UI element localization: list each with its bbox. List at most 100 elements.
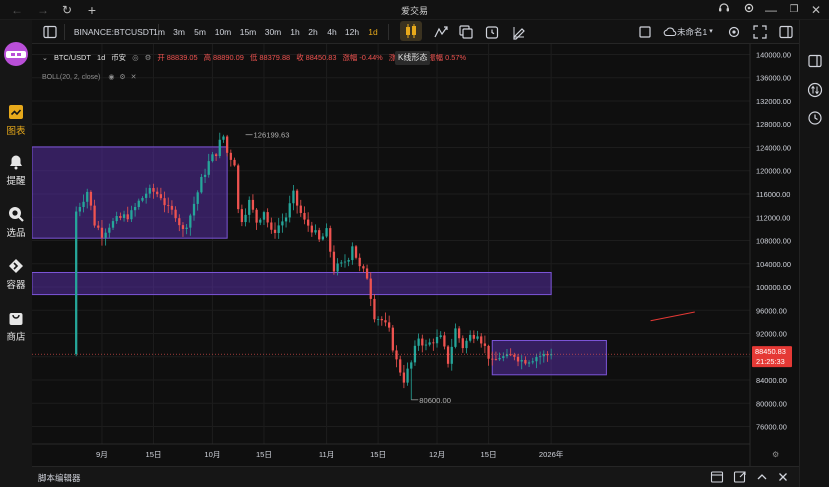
candle-body: [362, 266, 365, 269]
chevron-down-icon[interactable]: ▾: [706, 23, 716, 41]
interval-button[interactable]: 1m: [151, 23, 167, 41]
forward-icon[interactable]: →: [34, 1, 52, 19]
indicator-close-icon[interactable]: ✕: [131, 74, 137, 81]
chevron-up-icon[interactable]: [755, 470, 769, 484]
candle-body: [542, 354, 545, 357]
nav-item-container[interactable]: 容器: [0, 258, 32, 294]
open-value: 88839.05: [166, 53, 198, 62]
support-icon[interactable]: [715, 1, 733, 19]
price-chart[interactable]: 126199.63 80600.00 140000.00 136000.00 13200…: [31, 44, 799, 466]
chart-area[interactable]: 126199.63 80600.00 140000.00 136000.00 13200…: [31, 44, 799, 466]
indicator-compare-icon[interactable]: [433, 24, 449, 40]
indicator-label: BOLL(20, 2, close): [42, 74, 101, 81]
candle-body: [516, 356, 520, 362]
candle-body: [524, 359, 527, 364]
collapse-chevron-icon[interactable]: ⌄: [42, 55, 48, 62]
candle-body: [446, 346, 450, 364]
script-editor-bar[interactable]: 脚本编辑器: [32, 466, 799, 487]
candle-body: [159, 194, 163, 199]
cloud-icon[interactable]: [663, 24, 677, 40]
expand-icon[interactable]: [752, 24, 768, 40]
eye-icon[interactable]: ◎: [132, 53, 138, 62]
candle-body: [156, 191, 159, 195]
interval-button[interactable]: 4h: [324, 23, 340, 41]
candle-body: [185, 227, 188, 230]
legend-pair[interactable]: BTC/USDT: [54, 53, 91, 62]
interval-button[interactable]: 10m: [213, 23, 233, 41]
popout-icon[interactable]: [733, 470, 747, 484]
candle-body: [226, 136, 229, 153]
script-editor-label[interactable]: 脚本编辑器: [38, 472, 81, 484]
candle-pattern-tooltip: K线形态: [395, 51, 431, 65]
title-bar: ← → ↻ + 爱交易 — ❐ ✕: [0, 0, 829, 20]
panel-toggle-icon[interactable]: [42, 24, 58, 40]
axis-settings-icon[interactable]: ⚙: [772, 450, 779, 459]
candle-body: [391, 327, 394, 351]
candle-body: [502, 356, 505, 358]
gear-icon[interactable]: [726, 24, 742, 40]
candle-body: [251, 199, 255, 210]
candle-body: [520, 359, 523, 362]
interval-button[interactable]: 1h: [287, 23, 303, 41]
y-tick-label: 84000.00: [756, 376, 787, 385]
y-tick-label: 112000.00: [756, 213, 790, 222]
draw-tool-icon[interactable]: [511, 24, 527, 40]
high-value: 88890.09: [213, 53, 244, 62]
indicator-legend[interactable]: BOLL(20, 2, close) ◉ ⚙ ✕: [42, 73, 137, 81]
eye-off-icon[interactable]: ◉: [108, 74, 114, 81]
x-tick-label: 9月: [96, 450, 108, 459]
restore-icon[interactable]: ❐: [785, 1, 803, 19]
back-icon[interactable]: ←: [8, 1, 26, 19]
new-tab-icon[interactable]: +: [83, 1, 101, 19]
interval-button[interactable]: 15m: [238, 23, 258, 41]
candle-body: [538, 356, 542, 358]
close-panel-icon[interactable]: [776, 470, 790, 484]
interval-button[interactable]: 2h: [305, 23, 321, 41]
x-tick-label: 2026年: [539, 449, 564, 459]
history-clock-icon[interactable]: [807, 110, 823, 126]
nav-item-store[interactable]: 商店: [0, 310, 32, 346]
nav-item-screener[interactable]: 选品: [0, 206, 32, 242]
indicator-settings-icon[interactable]: ⚙: [119, 74, 125, 81]
interval-button[interactable]: 5m: [192, 23, 208, 41]
nav-item-label: 提醒: [6, 176, 26, 187]
x-tick-label: 10月: [204, 450, 220, 459]
candle-body: [435, 336, 439, 344]
fullscreen-rect-icon[interactable]: [637, 24, 653, 40]
nav-item-chart[interactable]: 图表: [0, 104, 32, 140]
candle-body: [229, 152, 232, 160]
candle-body: [207, 161, 210, 175]
symbol-selector[interactable]: BINANCE:BTCUSDT: [72, 23, 156, 41]
right-panel-icon[interactable]: [778, 24, 794, 40]
interval-button[interactable]: 30m: [263, 23, 283, 41]
candle-body: [384, 320, 387, 323]
right-toolbar: [799, 20, 829, 487]
layout-icon[interactable]: [458, 24, 474, 40]
candle-body: [133, 206, 137, 211]
nav-item-label: 容器: [6, 280, 26, 291]
candle-body: [255, 209, 258, 223]
nav-item-alerts[interactable]: 提醒: [0, 154, 32, 190]
refresh-icon[interactable]: ↻: [58, 1, 76, 19]
watchlist-icon[interactable]: [807, 53, 823, 69]
x-tick-label: 12月: [429, 450, 445, 459]
interval-button-active[interactable]: 1d: [365, 23, 381, 41]
candle-body: [93, 205, 96, 226]
settings-icon[interactable]: [740, 1, 758, 19]
alert-clock-icon[interactable]: [484, 24, 500, 40]
sidebar: 图表 提醒 选品 容器 商店: [0, 20, 32, 487]
minimize-icon[interactable]: —: [762, 1, 780, 19]
settings-small-icon[interactable]: ⚙: [145, 53, 152, 62]
panel-icon[interactable]: [710, 470, 724, 484]
candle-pattern-button[interactable]: [400, 21, 422, 41]
y-tick-label: 120000.00: [756, 167, 791, 176]
interval-button[interactable]: 12h: [342, 23, 362, 41]
candle-body: [457, 328, 461, 339]
close-icon[interactable]: ✕: [807, 1, 825, 19]
candle-body: [86, 191, 89, 202]
candle-body: [487, 345, 490, 359]
compare-arrows-icon[interactable]: [807, 82, 823, 98]
candle-body: [399, 359, 402, 373]
close-value: 88450.83: [305, 53, 337, 62]
interval-button[interactable]: 3m: [171, 23, 187, 41]
